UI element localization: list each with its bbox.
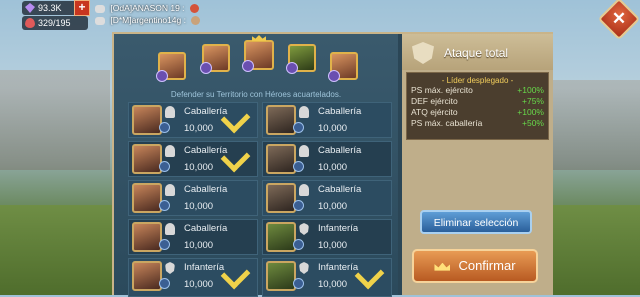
chat-line-1[interactable]: [OdA]ANASON 19 :: [95, 3, 199, 14]
hero-portrait: [266, 144, 296, 174]
heroes-area: Defender su Territorio con Héroes acuart…: [114, 34, 398, 297]
garrison-panel: Defender su Territorio con Héroes acuart…: [112, 32, 553, 297]
summary-title: Ataque total: [444, 46, 509, 60]
summary-header: Ataque total: [402, 34, 553, 70]
chat-bubble-icon: [95, 4, 105, 13]
add-gems-button[interactable]: +: [74, 0, 90, 16]
hero-slot[interactable]: Infantería 10,000: [128, 258, 258, 297]
infantry-icon: [299, 223, 309, 235]
chat-bubble-icon: [95, 16, 105, 25]
stat-row: PS máx. ejército +100%: [411, 85, 544, 95]
chat-avatar-icon: [191, 16, 201, 26]
hero-slot[interactable]: Caballería 10,000: [262, 102, 392, 138]
hero-portrait[interactable]: [156, 52, 186, 82]
hero-portrait: [132, 183, 162, 213]
cavalry-icon: [165, 106, 175, 118]
cavalry-icon: [299, 106, 309, 118]
chat-avatar-icon: [189, 4, 199, 14]
chat-line-2[interactable]: [D*M]argentino14g :: [95, 15, 201, 26]
troop-type: Caballería: [184, 223, 228, 234]
troop-count: 10,000: [318, 240, 348, 251]
troop-type: Caballería: [318, 184, 362, 195]
hero-slot[interactable]: Infantería 10,000: [262, 258, 392, 297]
hero-slot[interactable]: Caballería 10,000: [262, 141, 392, 177]
stats-box: - Líder desplegado - PS máx. ejército +10…: [406, 72, 549, 140]
hero-portrait[interactable]: [328, 52, 358, 82]
troop-count: 10,000: [184, 201, 214, 212]
stat-row: DEF ejército +75%: [411, 96, 544, 106]
leader-label: - Líder desplegado -: [441, 76, 514, 85]
hero-portrait: [132, 105, 162, 135]
hero-slot[interactable]: Caballería 10,000: [128, 219, 258, 255]
hero-portrait: [266, 105, 296, 135]
troop-count: 10,000: [318, 279, 348, 290]
infantry-icon: [165, 262, 175, 274]
hero-portrait: [132, 222, 162, 252]
troop-count: 10,000: [184, 123, 214, 134]
hero-portrait[interactable]: [286, 44, 316, 74]
troop-type: Infantería: [318, 262, 359, 273]
troop-type: Infantería: [184, 262, 225, 273]
hero-portrait: [132, 144, 162, 174]
hero-slot[interactable]: Caballería 10,000: [128, 180, 258, 216]
chat-text: [OdA]ANASON 19 :: [110, 3, 185, 13]
troop-type: Caballería: [184, 106, 228, 117]
confirm-label: Confirmar: [458, 258, 516, 273]
close-button[interactable]: ✕: [597, 0, 640, 41]
shield-icon: [412, 42, 434, 64]
hero-slot[interactable]: Caballería 10,000: [128, 141, 258, 177]
troop-count: 10,000: [184, 240, 214, 251]
crown-icon: [434, 262, 451, 271]
troop-count: 10,000: [318, 201, 348, 212]
hero-portrait: [266, 261, 296, 291]
hero-portrait: [132, 261, 162, 291]
check-icon: [354, 259, 385, 290]
background-castle-right: [540, 80, 640, 170]
troop-count: 10,000: [318, 123, 348, 134]
cavalry-icon: [165, 184, 175, 196]
troop-type: Caballería: [184, 145, 228, 156]
background-castle-left: [0, 70, 110, 170]
troop-type: Caballería: [318, 145, 362, 156]
hero-slot[interactable]: Caballería 10,000: [128, 102, 258, 138]
troop-count: 10,000: [184, 279, 214, 290]
troop-type: Infantería: [318, 223, 359, 234]
hero-portrait: [266, 222, 296, 252]
cavalry-icon: [299, 184, 309, 196]
stat-row: ATQ ejército +100%: [411, 107, 544, 117]
gem-icon: [25, 3, 35, 13]
hp-counter: 329/195: [22, 16, 88, 30]
cavalry-icon: [165, 145, 175, 157]
attack-summary: Ataque total - Líder desplegado - PS máx…: [402, 34, 553, 295]
hero-slot[interactable]: Infantería 10,000: [262, 219, 392, 255]
crown-icon: [252, 35, 266, 41]
stat-row: PS máx. caballería +50%: [411, 118, 544, 128]
heart-icon: [25, 18, 35, 28]
check-icon: [220, 259, 251, 290]
troop-count: 10,000: [184, 162, 214, 173]
infantry-icon: [299, 262, 309, 274]
close-icon: ✕: [611, 9, 627, 28]
leader-hero-portrait[interactable]: [242, 35, 274, 72]
clear-selection-button[interactable]: Eliminar selección: [420, 210, 532, 234]
troop-count: 10,000: [318, 162, 348, 173]
hp-value: 329/195: [38, 18, 71, 28]
chat-text: [D*M]argentino14g :: [110, 15, 186, 25]
cavalry-icon: [165, 223, 175, 235]
defend-info-text: Defender su Territorio con Héroes acuart…: [170, 90, 342, 99]
gems-value: 93.3K: [38, 3, 62, 13]
hero-portrait[interactable]: [200, 44, 230, 74]
hero-portrait: [266, 183, 296, 213]
confirm-button[interactable]: Confirmar: [412, 249, 538, 283]
troop-type: Caballería: [184, 184, 228, 195]
hero-slot[interactable]: Caballería 10,000: [262, 180, 392, 216]
troop-type: Caballería: [318, 106, 362, 117]
cavalry-icon: [299, 145, 309, 157]
